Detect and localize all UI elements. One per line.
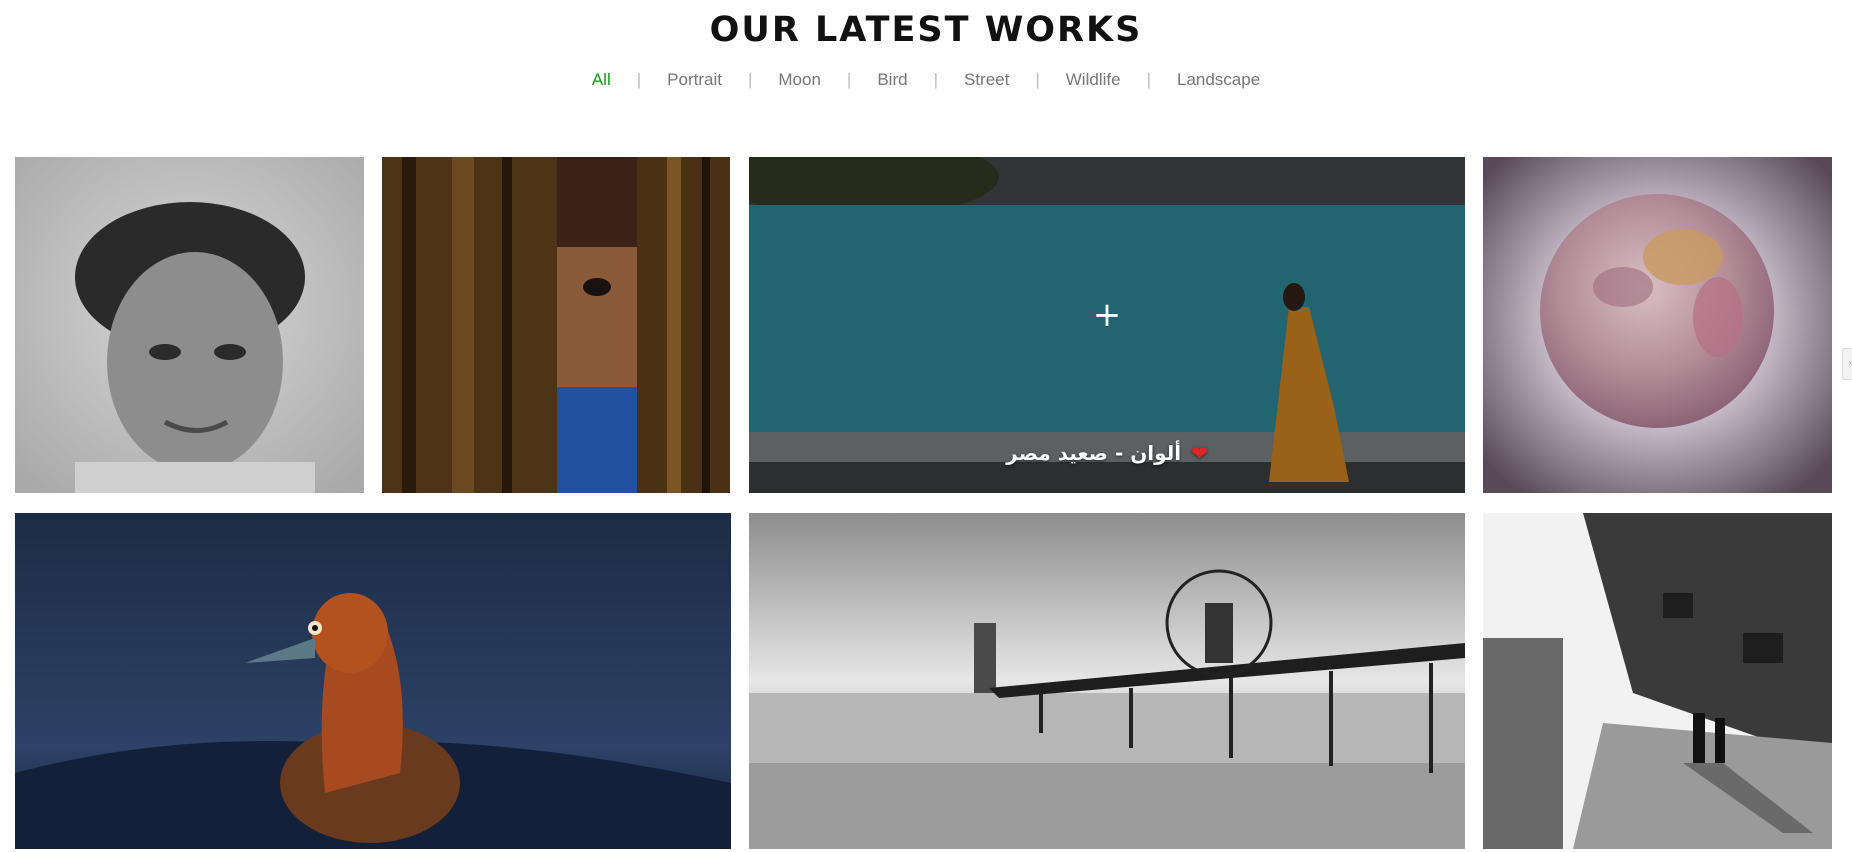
- heart-icon: ❤: [1191, 441, 1208, 465]
- filter-bird[interactable]: Bird: [877, 70, 907, 90]
- filter-separator: |: [1035, 70, 1040, 89]
- gallery-item-bird-duck[interactable]: [15, 513, 731, 849]
- chevron-right-icon[interactable]: ›: [1842, 348, 1852, 380]
- street-alley-image: [1483, 513, 1832, 849]
- filter-separator: |: [636, 70, 642, 89]
- moon-image: [1483, 157, 1832, 493]
- image-caption: ألوان - صعيد مصر ❤: [749, 441, 1465, 465]
- gallery-item-street-blue-wall[interactable]: + ألوان - صعيد مصر ❤: [749, 157, 1465, 493]
- filter-separator: |: [1146, 70, 1151, 89]
- gallery-item-portrait-boy[interactable]: [15, 157, 364, 493]
- filter-street[interactable]: Street: [964, 70, 1009, 90]
- filter-separator: |: [747, 70, 753, 89]
- zoom-plus-icon[interactable]: +: [1093, 298, 1122, 332]
- filter-wildlife[interactable]: Wildlife: [1066, 70, 1121, 90]
- gallery-item-moon[interactable]: [1483, 157, 1832, 493]
- filter-portrait[interactable]: Portrait: [667, 70, 722, 90]
- bird-duck-image: [15, 513, 731, 849]
- filter-landscape[interactable]: Landscape: [1177, 70, 1260, 90]
- portrait-boy-image: [15, 157, 364, 493]
- gallery-item-portrait-child[interactable]: [382, 157, 730, 493]
- filter-bar: All | Portrait | Moon | Bird | Street | Wildlife | L…: [0, 70, 1852, 90]
- section-title: OUR LATEST WORKS: [709, 10, 1143, 50]
- filter-separator: |: [846, 70, 852, 89]
- portrait-child-image: [382, 157, 730, 493]
- caption-text: ألوان - صعيد مصر: [1006, 441, 1182, 465]
- filter-all[interactable]: All: [592, 70, 611, 90]
- landscape-pier-image: [749, 513, 1465, 849]
- gallery-item-landscape-pier[interactable]: [749, 513, 1465, 849]
- gallery-item-street-alley[interactable]: [1483, 513, 1832, 849]
- filter-moon[interactable]: Moon: [778, 70, 821, 90]
- filter-separator: |: [933, 70, 938, 89]
